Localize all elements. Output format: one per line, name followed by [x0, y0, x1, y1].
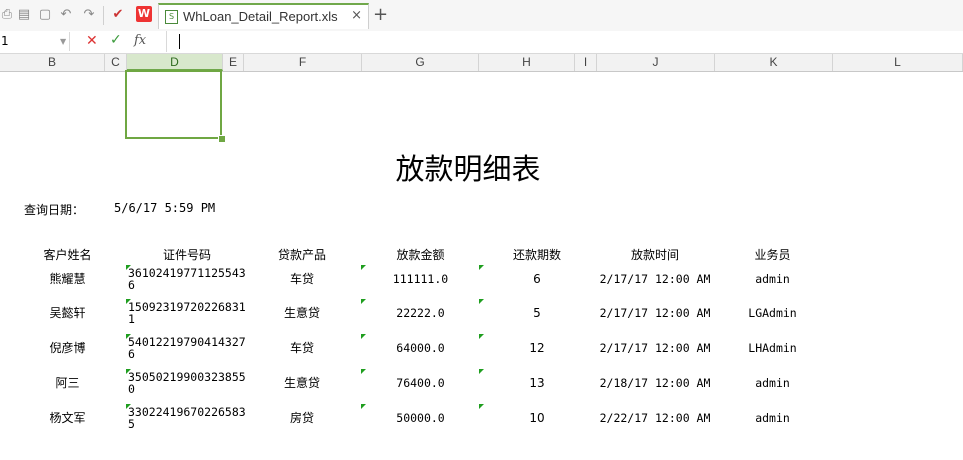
- toolbar-divider: [103, 6, 104, 25]
- table-header: 还款期数: [512, 248, 561, 262]
- cell-id-number[interactable]: 361024197711255436: [128, 267, 246, 291]
- column-header-l[interactable]: L: [833, 54, 963, 71]
- cell-loan-product[interactable]: 生意贷: [252, 307, 352, 320]
- text-number-marker-icon: [361, 265, 366, 270]
- cell-customer-name[interactable]: 熊耀慧: [20, 273, 115, 286]
- cell-repay-periods[interactable]: 5: [482, 307, 592, 320]
- cell-id-number[interactable]: 350502199003238550: [128, 371, 246, 395]
- cell-loan-amount[interactable]: 50000.0: [362, 412, 479, 425]
- table-header: 放款时间: [630, 248, 679, 262]
- text-caret: [179, 34, 180, 49]
- cell-agent[interactable]: admin: [720, 412, 825, 425]
- query-date-value: 5/6/17 5:59 PM: [114, 201, 216, 215]
- cell-loan-product[interactable]: 车贷: [252, 342, 352, 355]
- column-header-k[interactable]: K: [715, 54, 833, 71]
- table-header: 放款金额: [396, 248, 445, 262]
- table-header: 证件号码: [162, 248, 211, 262]
- cell-agent[interactable]: LGAdmin: [720, 307, 825, 320]
- cell-loan-amount[interactable]: 64000.0: [362, 342, 479, 355]
- text-number-marker-icon: [479, 334, 484, 339]
- cell-agent[interactable]: admin: [720, 377, 825, 390]
- cell-loan-time[interactable]: 2/17/17 12:00 AM: [590, 307, 720, 320]
- fill-handle[interactable]: [218, 135, 226, 143]
- cell-loan-time[interactable]: 2/22/17 12:00 AM: [590, 412, 720, 425]
- column-header-c[interactable]: C: [105, 54, 127, 71]
- tab-title: WhLoan_Detail_Report.xls: [183, 9, 338, 24]
- confirm-edit-icon[interactable]: ✓: [110, 32, 122, 48]
- name-box-dropdown-icon[interactable]: ▼: [60, 32, 66, 51]
- cancel-edit-icon[interactable]: ✕: [86, 33, 98, 49]
- formula-bar: 1 ▼ ✕ ✓ fx: [0, 31, 963, 54]
- column-header-j[interactable]: J: [597, 54, 715, 71]
- selected-cell[interactable]: [125, 70, 222, 139]
- cell-loan-time[interactable]: 2/18/17 12:00 AM: [590, 377, 720, 390]
- redo-icon[interactable]: ↷: [82, 8, 96, 22]
- text-number-marker-icon: [479, 265, 484, 270]
- column-header-i[interactable]: I: [575, 54, 597, 71]
- cell-agent[interactable]: LHAdmin: [720, 342, 825, 355]
- cell-id-number[interactable]: 150923197202268311: [128, 301, 246, 325]
- spreadsheet-icon: S: [165, 10, 178, 24]
- cell-loan-product[interactable]: 生意贷: [252, 377, 352, 390]
- tab-close-icon[interactable]: ×: [351, 8, 362, 23]
- cell-loan-time[interactable]: 2/17/17 12:00 AM: [590, 342, 720, 355]
- cell-repay-periods[interactable]: 6: [482, 273, 592, 286]
- text-number-marker-icon: [361, 299, 366, 304]
- wps-logo-icon[interactable]: W: [136, 6, 152, 22]
- cell-agent[interactable]: admin: [720, 273, 825, 286]
- export-pdf-icon[interactable]: ⎙: [0, 8, 14, 22]
- cell-loan-amount[interactable]: 76400.0: [362, 377, 479, 390]
- new-tab-icon[interactable]: +: [373, 4, 388, 25]
- cell-customer-name[interactable]: 阿三: [20, 377, 115, 390]
- insert-function-icon[interactable]: fx: [134, 33, 146, 48]
- undo-icon[interactable]: ↶: [59, 8, 73, 22]
- text-number-marker-icon: [361, 334, 366, 339]
- toolbar: ⎙ ▤ ▢ ↶ ↷ ✔ W S WhLoan_Detail_Report.xls…: [0, 0, 963, 32]
- column-header-b[interactable]: B: [0, 54, 105, 71]
- cell-customer-name[interactable]: 吴懿轩: [20, 307, 115, 320]
- table-header: 业务员: [754, 248, 791, 262]
- text-number-marker-icon: [361, 404, 366, 409]
- cell-loan-time[interactable]: 2/17/17 12:00 AM: [590, 273, 720, 286]
- print-icon[interactable]: ▤: [17, 8, 31, 22]
- cell-id-number[interactable]: 540122197904143276: [128, 336, 246, 360]
- cell-customer-name[interactable]: 杨文军: [20, 412, 115, 425]
- table-header: 客户姓名: [43, 248, 92, 262]
- query-date-label: 查询日期：: [24, 203, 85, 217]
- cell-loan-product[interactable]: 房贷: [252, 412, 352, 425]
- table-header: 贷款产品: [277, 248, 326, 262]
- cell-repay-periods[interactable]: 12: [482, 342, 592, 355]
- cell-customer-name[interactable]: 倪彦博: [20, 342, 115, 355]
- column-header-f[interactable]: F: [244, 54, 362, 71]
- cell-loan-product[interactable]: 车贷: [252, 273, 352, 286]
- text-number-marker-icon: [479, 404, 484, 409]
- cell-repay-periods[interactable]: 13: [482, 377, 592, 390]
- text-number-marker-icon: [479, 369, 484, 374]
- formula-input[interactable]: [166, 31, 963, 52]
- column-header-e[interactable]: E: [223, 54, 244, 71]
- cell-loan-amount[interactable]: 111111.0: [362, 273, 479, 286]
- format-painter-icon[interactable]: ✔: [111, 8, 125, 22]
- report-title: 放款明细表: [395, 152, 541, 186]
- text-number-marker-icon: [479, 299, 484, 304]
- text-number-marker-icon: [361, 369, 366, 374]
- tab-workbook[interactable]: S WhLoan_Detail_Report.xls ×: [158, 3, 369, 29]
- column-header-g[interactable]: G: [362, 54, 479, 71]
- cell-repay-periods[interactable]: 10: [482, 412, 592, 425]
- column-header-d[interactable]: D: [127, 54, 223, 71]
- cell-loan-amount[interactable]: 22222.0: [362, 307, 479, 320]
- print-preview-icon[interactable]: ▢: [38, 8, 52, 22]
- cell-id-number[interactable]: 330224196702265835: [128, 406, 246, 430]
- column-header-h[interactable]: H: [479, 54, 575, 71]
